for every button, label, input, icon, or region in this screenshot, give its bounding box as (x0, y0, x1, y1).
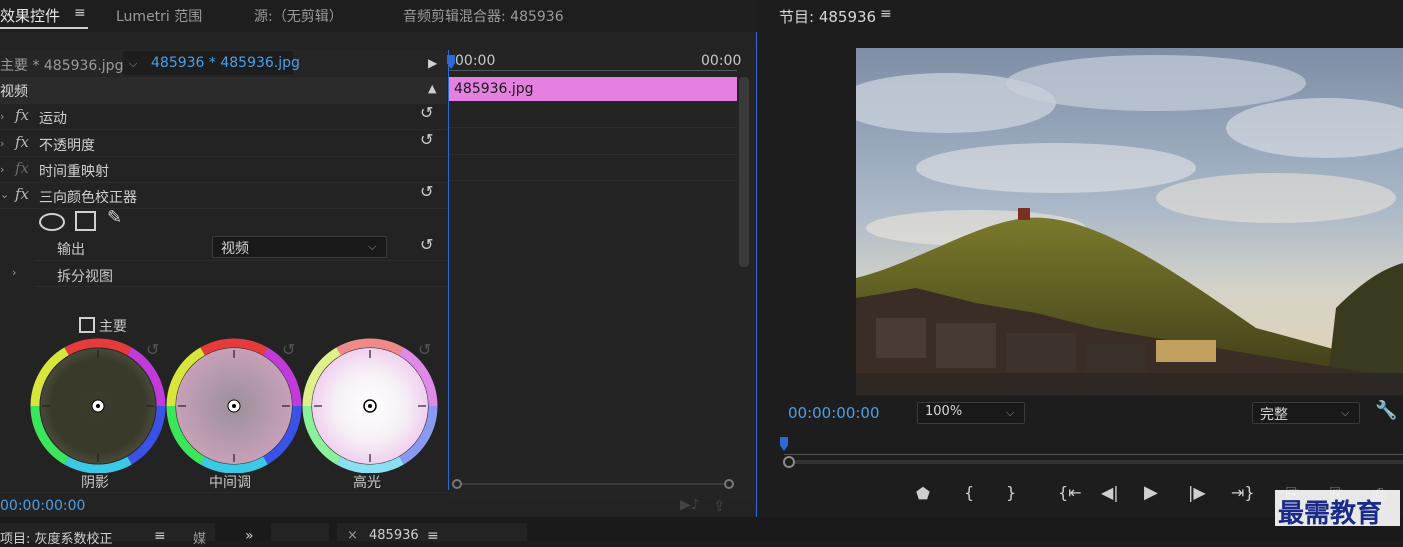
go-to-in-icon[interactable]: {⇤ (1058, 483, 1082, 502)
play-icon[interactable]: ▶ (1144, 482, 1158, 503)
pen-tool-icon[interactable]: ✎ (107, 207, 122, 228)
fx-icon[interactable]: fx (15, 106, 29, 124)
fx-icon[interactable]: fx (15, 185, 29, 203)
horizontal-scrollbar[interactable] (462, 483, 724, 485)
tab-project-label[interactable]: 项目: 灰度系数校正 (0, 528, 113, 547)
shadows-wheel[interactable] (30, 338, 184, 473)
tab-source[interactable]: 源:（无剪辑） (254, 6, 343, 26)
split-view-label: 拆分视图 (57, 269, 113, 285)
wheel-label-highlights: 高光 (353, 475, 381, 491)
chevron-down-icon: ⌵ (1341, 406, 1350, 419)
effect-name: 时间重映射 (39, 164, 109, 180)
reset-icon[interactable]: ↺ (420, 130, 433, 149)
reset-icon[interactable]: ↺ (146, 340, 159, 359)
master-clip-label[interactable]: 主要 * 485936.jpg (0, 55, 123, 75)
expand-chevron-icon[interactable]: › (12, 266, 16, 279)
tab-bar (0, 0, 757, 32)
timeline-end: 00:00 (701, 53, 742, 69)
effect-name: 三向颜色校正器 (39, 190, 137, 206)
vertical-scrollbar[interactable] (739, 77, 749, 267)
program-timecode[interactable]: 00:00:00:00 (788, 404, 880, 422)
mark-out-icon[interactable]: } (1006, 483, 1016, 502)
panel-menu-icon[interactable]: ≡ (154, 528, 166, 544)
zoom-scrollbar[interactable] (795, 460, 1403, 464)
tab-lumetri-scopes[interactable]: Lumetri 范围 (116, 6, 202, 26)
watermark-text: 最需教育 (1278, 499, 1383, 529)
effect-controls-panel: 效果控件 ≡ Lumetri 范围 源:（无剪辑） 音频剪辑混合器: 48593… (0, 0, 757, 518)
export-icon[interactable]: ⇪ (713, 497, 726, 515)
audio-icon[interactable]: ▶♪ (680, 497, 700, 513)
reset-icon[interactable]: ↺ (420, 182, 433, 201)
main-checkbox[interactable] (79, 317, 95, 333)
play-triangle-icon[interactable]: ▶ (428, 56, 437, 70)
program-ruler[interactable] (784, 454, 1403, 455)
panel-menu-icon[interactable]: ≡ (427, 528, 439, 544)
expand-chevron-icon[interactable]: › (0, 163, 4, 176)
expand-chevron-icon[interactable]: › (0, 110, 4, 123)
highlights-wheel[interactable] (284, 338, 440, 473)
chevron-down-icon: ⌵ (129, 57, 138, 70)
effect-name: 不透明度 (39, 138, 95, 154)
video-preview (856, 48, 1403, 395)
effect-row-motion[interactable] (0, 103, 447, 130)
scroll-handle-left[interactable] (452, 479, 462, 489)
divider (449, 180, 737, 181)
wrench-icon[interactable]: 🔧 (1375, 400, 1397, 421)
landscape-image (856, 48, 1403, 395)
tab-effect-controls[interactable]: 效果控件 (0, 5, 60, 26)
divider (449, 127, 737, 128)
reset-icon[interactable]: ↺ (418, 340, 431, 359)
program-monitor-title[interactable]: 节目: 485936 (779, 6, 876, 27)
go-to-out-icon[interactable]: ⇥} (1231, 483, 1255, 502)
fx-icon[interactable]: fx (15, 133, 29, 151)
tab-audio-clip-mixer[interactable]: 音频剪辑混合器: 485936 (403, 6, 564, 26)
quality-value[interactable]: 完整 (1260, 404, 1288, 424)
zoom-value[interactable]: 100% (925, 404, 962, 419)
expand-chevron-icon[interactable]: › (0, 137, 4, 150)
main-checkbox-label: 主要 (99, 319, 127, 335)
ellipse-mask-icon[interactable] (39, 213, 65, 231)
wheel-label-shadows: 阴影 (81, 475, 109, 491)
expanded-chevron-icon[interactable]: ⌄ (0, 188, 9, 201)
reset-icon[interactable]: ↺ (420, 103, 433, 122)
tab-media-label[interactable]: 媒 (193, 528, 206, 547)
scroll-handle-right[interactable] (724, 479, 734, 489)
playhead-line[interactable] (448, 50, 449, 490)
zoom-handle[interactable] (783, 456, 795, 468)
timeline-ruler (449, 70, 737, 71)
rectangle-mask-icon[interactable] (75, 211, 96, 231)
panel-menu-icon[interactable]: ≡ (74, 5, 86, 21)
divider (449, 154, 737, 155)
fx-icon[interactable]: fx (15, 159, 29, 177)
active-tab-underline (0, 27, 88, 29)
step-forward-icon[interactable]: |▶ (1188, 483, 1206, 502)
tab-empty[interactable] (271, 523, 329, 541)
mark-in-icon[interactable]: { (964, 483, 974, 502)
add-marker-icon[interactable]: ⬟ (916, 484, 930, 503)
clip-bar-label: 485936.jpg (454, 81, 534, 97)
panel-menu-icon[interactable]: ≡ (880, 6, 892, 22)
video-section-label: 视频 (0, 84, 28, 100)
chevron-down-icon: ⌵ (368, 240, 377, 253)
clip-selector-label[interactable]: 485936 * 485936.jpg (151, 55, 300, 71)
step-back-icon[interactable]: ◀| (1101, 483, 1119, 502)
more-tabs-icon[interactable]: » (245, 528, 254, 544)
reset-icon[interactable]: ↺ (282, 340, 295, 359)
video-section-header (0, 77, 447, 104)
output-label: 输出 (57, 242, 85, 258)
current-time[interactable]: 00:00:00:00 (0, 498, 85, 514)
timeline-start: 00:00 (455, 53, 496, 69)
effect-name: 运动 (39, 111, 67, 127)
wheel-label-midtones: 中间调 (209, 475, 251, 491)
collapse-up-icon[interactable]: ▲ (428, 82, 436, 95)
output-dropdown-value[interactable]: 视频 (221, 238, 249, 258)
effect-timeline (448, 50, 755, 500)
chevron-down-icon: ⌵ (1006, 406, 1015, 419)
reset-icon[interactable]: ↺ (420, 235, 433, 254)
color-wheels (30, 338, 440, 473)
